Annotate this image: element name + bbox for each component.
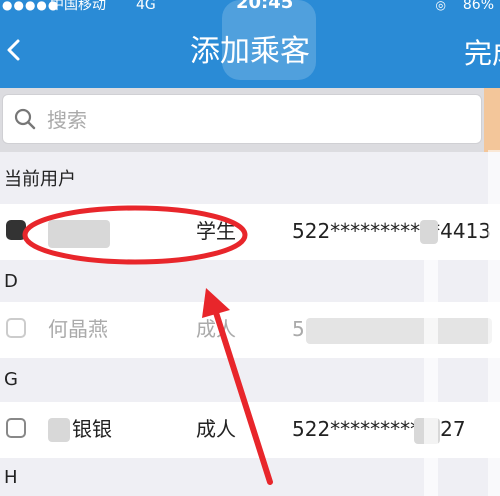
section-label-h: H [4,467,18,488]
passenger-checkbox[interactable] [6,318,26,338]
passenger-row[interactable]: 学生 522***********4413 [0,204,500,260]
passenger-name: 何晶燕 [48,317,108,341]
redacted-id-part [420,220,438,244]
section-label-g: G [4,369,18,390]
redacted-id-number [306,318,492,344]
passenger-id-number: 522***********4413 [292,219,492,243]
rotation-lock-icon: ◎ [435,0,446,12]
image-artifact [488,150,500,496]
camera-overlay [222,0,316,80]
search-input[interactable] [45,103,469,137]
network-type: 4G [136,0,156,13]
section-label-current-user: 当前用户 [4,169,76,190]
search-icon [14,108,36,130]
carrier-name: 中国移动 [50,0,106,13]
search-box[interactable] [2,94,482,144]
done-button[interactable]: 完成 [464,34,500,74]
passenger-id-number: 5 [292,317,305,341]
passenger-checkbox[interactable] [6,220,26,240]
image-artifact [424,260,438,496]
search-bar [0,88,500,152]
passenger-type: 成人 [196,317,236,341]
battery-level: 86% [462,0,494,13]
redacted-name [48,220,110,248]
search-edge [484,88,500,152]
passenger-checkbox[interactable] [6,418,26,438]
passenger-type: 成人 [196,417,236,441]
passenger-type: 学生 [196,219,236,243]
passenger-name: 银银 [72,417,112,441]
section-label-d: D [4,271,18,292]
redacted-name-part [48,418,70,442]
